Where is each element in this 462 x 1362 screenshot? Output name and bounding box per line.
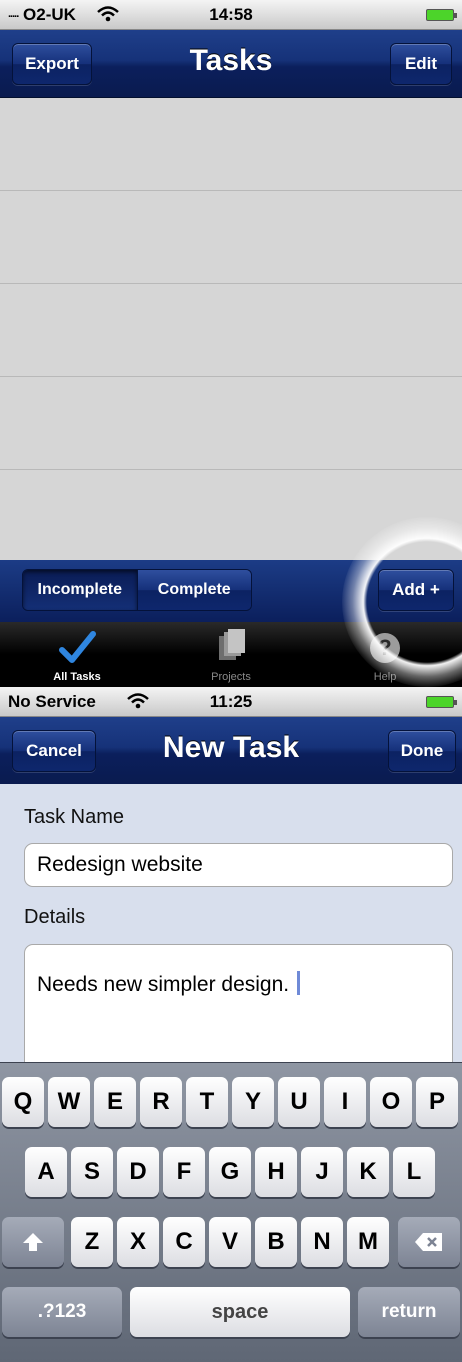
tab-label: Projects <box>211 671 251 683</box>
task-name-label: Task Name <box>24 806 125 828</box>
done-button[interactable]: Done <box>388 730 456 772</box>
key-e[interactable]: E <box>94 1077 136 1127</box>
key-r[interactable]: R <box>140 1077 182 1127</box>
details-text: Needs new simpler design. <box>37 973 290 996</box>
shift-key[interactable] <box>2 1217 64 1267</box>
key-z[interactable]: Z <box>71 1217 113 1267</box>
keyboard: Q W E R T Y U I O P A S D F G H J K L Z … <box>0 1062 462 1362</box>
status-time: 11:25 <box>209 692 253 711</box>
numbers-key[interactable]: .?123 <box>2 1287 122 1337</box>
key-t[interactable]: T <box>186 1077 228 1127</box>
list-item <box>0 377 462 470</box>
details-label: Details <box>24 906 86 928</box>
list-item <box>0 470 462 563</box>
help-icon: ? <box>365 628 405 668</box>
segment-complete[interactable]: Complete <box>137 570 251 610</box>
key-s[interactable]: S <box>71 1147 113 1197</box>
key-v[interactable]: V <box>209 1217 251 1267</box>
new-task-screen: No Service 11:25 Cancel New Task Done Ta… <box>0 687 462 1362</box>
navigation-bar: Export Tasks Edit <box>0 30 462 98</box>
key-a[interactable]: A <box>25 1147 67 1197</box>
backspace-icon <box>415 1233 442 1251</box>
key-g[interactable]: G <box>209 1147 251 1197</box>
filter-toolbar: Incomplete Complete Add + <box>0 560 462 622</box>
list-item <box>0 191 462 284</box>
return-key[interactable]: return <box>358 1287 460 1337</box>
key-k[interactable]: K <box>347 1147 389 1197</box>
task-list[interactable] <box>0 98 462 560</box>
navigation-bar: Cancel New Task Done <box>0 717 462 785</box>
key-i[interactable]: I <box>324 1077 366 1127</box>
documents-icon <box>211 628 251 668</box>
key-x[interactable]: X <box>117 1217 159 1267</box>
list-item <box>0 284 462 377</box>
battery-icon <box>426 9 457 21</box>
shift-arrow-icon <box>23 1233 43 1251</box>
key-d[interactable]: D <box>117 1147 159 1197</box>
tab-label: All Tasks <box>53 671 101 683</box>
key-l[interactable]: L <box>393 1147 435 1197</box>
status-bar: No Service 11:25 <box>0 687 462 717</box>
key-q[interactable]: Q <box>2 1077 44 1127</box>
svg-text:?: ? <box>378 635 391 660</box>
text-cursor <box>297 971 301 995</box>
key-u[interactable]: U <box>278 1077 320 1127</box>
key-m[interactable]: M <box>347 1217 389 1267</box>
add-task-button[interactable]: Add + <box>378 569 454 611</box>
edit-button[interactable]: Edit <box>390 43 452 85</box>
key-y[interactable]: Y <box>232 1077 274 1127</box>
tasks-screen: ..... O2-UK 14:58 Export Tasks Edit Inco… <box>0 0 462 687</box>
key-c[interactable]: C <box>163 1217 205 1267</box>
tab-label: Help <box>373 671 397 683</box>
list-item <box>0 98 462 191</box>
tab-all-tasks[interactable]: All Tasks <box>0 622 154 687</box>
key-f[interactable]: F <box>163 1147 205 1197</box>
task-name-field[interactable]: Redesign website <box>24 843 453 887</box>
key-j[interactable]: J <box>301 1147 343 1197</box>
tab-projects[interactable]: Projects <box>154 622 308 687</box>
task-form: Task Name Redesign website Details Needs… <box>0 784 462 1084</box>
checkmark-icon <box>57 628 97 668</box>
key-p[interactable]: P <box>416 1077 458 1127</box>
backspace-key[interactable] <box>398 1217 460 1267</box>
tab-bar: All Tasks Projects ? Help <box>0 622 462 687</box>
key-o[interactable]: O <box>370 1077 412 1127</box>
battery-icon <box>426 696 457 708</box>
key-w[interactable]: W <box>48 1077 90 1127</box>
segment-incomplete[interactable]: Incomplete <box>23 570 138 610</box>
key-b[interactable]: B <box>255 1217 297 1267</box>
key-n[interactable]: N <box>301 1217 343 1267</box>
key-h[interactable]: H <box>255 1147 297 1197</box>
status-time: 14:58 <box>209 5 253 24</box>
space-key[interactable]: space <box>130 1287 350 1337</box>
status-bar: ..... O2-UK 14:58 <box>0 0 462 30</box>
status-segmented-control[interactable]: Incomplete Complete <box>22 569 252 611</box>
tab-help[interactable]: ? Help <box>308 622 462 687</box>
